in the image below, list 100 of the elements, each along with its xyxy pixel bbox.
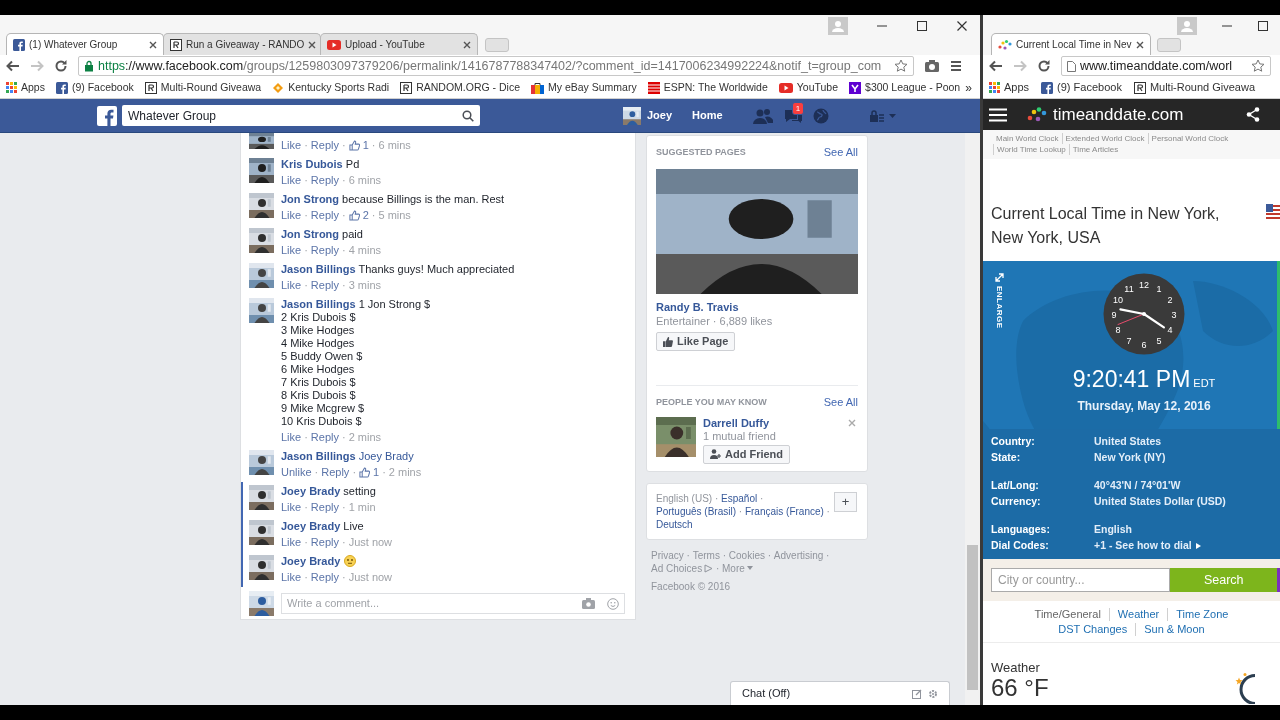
author-link[interactable]: Jason Billings [281, 298, 356, 310]
search-field[interactable]: Whatever Group [122, 105, 480, 126]
like-link[interactable]: Like [281, 431, 302, 444]
nav-link[interactable]: Main World Clock [993, 133, 1062, 144]
bookmark[interactable]: Apps [6, 79, 45, 96]
language-link[interactable]: Deutsch [656, 518, 693, 530]
bookmark[interactable]: YouTube [778, 79, 839, 96]
language-link[interactable]: Français (France) [744, 505, 824, 517]
reply-link[interactable]: Reply [310, 571, 339, 584]
tab[interactable]: Run a Giveaway - RANDO [163, 33, 321, 55]
bookmark[interactable]: (9) Facebook [55, 79, 134, 96]
bookmark[interactable]: $300 League - Poon [849, 79, 961, 96]
like-page-button[interactable]: Like Page [656, 332, 736, 351]
address-bar[interactable]: www.timeanddate.com/worl [1061, 56, 1271, 76]
see-all-link[interactable]: See All [823, 394, 858, 411]
current-date: Thursday, May 12, 2016 [1077, 398, 1211, 415]
reply-link[interactable]: Reply [310, 279, 339, 292]
tab[interactable]: Upload - YouTube [320, 33, 478, 55]
separator-dot: · [304, 209, 308, 222]
tag-link[interactable]: Joey Brady [358, 450, 414, 462]
reply-link[interactable]: Reply [310, 536, 339, 549]
separator-dot: · [342, 431, 346, 444]
language-link[interactable]: Español [721, 492, 758, 504]
author-link[interactable]: Joey Brady [281, 555, 341, 567]
address-bar[interactable]: https://www.facebook.com/groups/1259803097379206/permalink/1416787788347402/?comment_id=1417006234992224&notif_t=group_com [78, 56, 914, 76]
author-link[interactable]: Joey Brady [281, 485, 341, 497]
language-list: English (US) · Español · Português (Brasil) · Français (France) · Deutsch [656, 491, 831, 531]
like-link[interactable]: Like [281, 501, 302, 514]
comment-text: Jon Strong paid [281, 228, 364, 241]
like-link[interactable]: Like [281, 244, 302, 257]
reply-link[interactable]: Reply [310, 501, 339, 514]
author-link[interactable]: Jon Strong [281, 193, 340, 205]
comment-text: Joey Brady Live [281, 520, 365, 533]
comment-time: 6 mins [378, 139, 411, 152]
section-heading: PEOPLE YOU MAY KNOW [656, 395, 767, 409]
like-link[interactable]: Like [281, 209, 302, 222]
profile-link[interactable]: Joey [647, 107, 673, 124]
separator-dot: · [342, 279, 346, 292]
add-language-button[interactable]: + [834, 491, 857, 512]
separator-dot: · [304, 139, 308, 152]
nav-link[interactable]: World Time Lookup [993, 144, 1069, 155]
chat-bar[interactable]: Chat (Off) [730, 681, 950, 705]
section-tab[interactable]: Time/General [1026, 607, 1109, 621]
bookmark[interactable]: RANDOM.ORG - Dice [400, 79, 520, 96]
author-link[interactable]: Jon Strong [281, 228, 340, 240]
fact-value: New York (NY) [1094, 450, 1166, 466]
author-link[interactable]: Joey Brady [281, 520, 341, 532]
more-bookmarks-button[interactable]: » [965, 78, 972, 97]
comment-time: 4 mins [348, 244, 382, 257]
author-link[interactable]: Jason Billings [281, 450, 356, 462]
nav-link[interactable]: Time Articles [1068, 144, 1122, 155]
author-link[interactable]: Jason Billings [281, 263, 356, 275]
fact-value: United States [1094, 434, 1162, 450]
like-count[interactable]: 1 [362, 139, 369, 152]
fact-label: Currency: [991, 494, 1042, 510]
fact-label: Country: [991, 434, 1036, 450]
bookmark[interactable]: ESPN: The Worldwide [647, 79, 768, 96]
bookmark[interactable]: My eBay Summary [531, 79, 637, 96]
reply-link[interactable]: Reply [310, 139, 339, 152]
like-count[interactable]: 2 [362, 209, 369, 222]
reply-link[interactable]: Reply [310, 244, 339, 257]
page-title: Current Local Time in New York, New York, USA [991, 204, 1221, 248]
person-name-link[interactable]: Darrell Duffy [703, 416, 791, 430]
fact-value[interactable]: +1 - See how to dial [1094, 538, 1192, 554]
reply-link[interactable]: Reply [310, 431, 339, 444]
section-tab[interactable]: DST Changes [1050, 622, 1136, 636]
page-name-link[interactable]: Randy B. Travis [656, 298, 858, 315]
nav-link[interactable]: Personal World Clock [1147, 133, 1232, 144]
site-logo[interactable]: timeanddate.com [1027, 101, 1184, 128]
fact-label: Dial Codes: [991, 538, 1050, 554]
bookmark[interactable]: (9) Facebook [1041, 79, 1122, 96]
like-link[interactable]: Like [281, 139, 302, 152]
bookmark[interactable]: Multi-Round Giveawa [144, 79, 262, 96]
like-link[interactable]: Unlike [281, 466, 312, 479]
bookmark[interactable]: Kentucky Sports Radi [272, 79, 390, 96]
bookmark[interactable]: Apps [989, 79, 1030, 96]
tab[interactable]: (1) Whatever Group [6, 33, 164, 55]
home-link[interactable]: Home [692, 107, 723, 124]
language-link[interactable]: Português (Brasil) [656, 505, 737, 517]
author-link[interactable]: Kris Dubois [281, 158, 343, 170]
reply-link[interactable]: Reply [310, 209, 339, 222]
section-tab[interactable]: Time Zone [1167, 607, 1237, 621]
like-link[interactable]: Like [281, 571, 302, 584]
enlarge-button[interactable]: ENLARGE [993, 273, 1005, 329]
tab[interactable]: Current Local Time in Nev [991, 33, 1151, 55]
reply-link[interactable]: Reply [310, 174, 339, 187]
nav-link[interactable]: Extended World Clock [1061, 133, 1148, 144]
like-link[interactable]: Like [281, 174, 302, 187]
like-link[interactable]: Like [281, 536, 302, 549]
bookmark[interactable]: Multi-Round Giveawa [1133, 79, 1256, 96]
reply-link[interactable]: Reply [321, 466, 350, 479]
clock-number: 1 [1156, 283, 1162, 294]
see-all-link[interactable]: See All [823, 144, 858, 161]
like-count[interactable]: 1 [373, 466, 380, 479]
section-tab[interactable]: Weather [1108, 607, 1168, 621]
language-link[interactable]: English (US) [656, 492, 713, 504]
add-friend-button[interactable]: Add Friend [703, 444, 791, 464]
fact-value: English [1094, 522, 1132, 538]
section-tab[interactable]: Sun & Moon [1135, 622, 1213, 636]
like-link[interactable]: Like [281, 279, 302, 292]
